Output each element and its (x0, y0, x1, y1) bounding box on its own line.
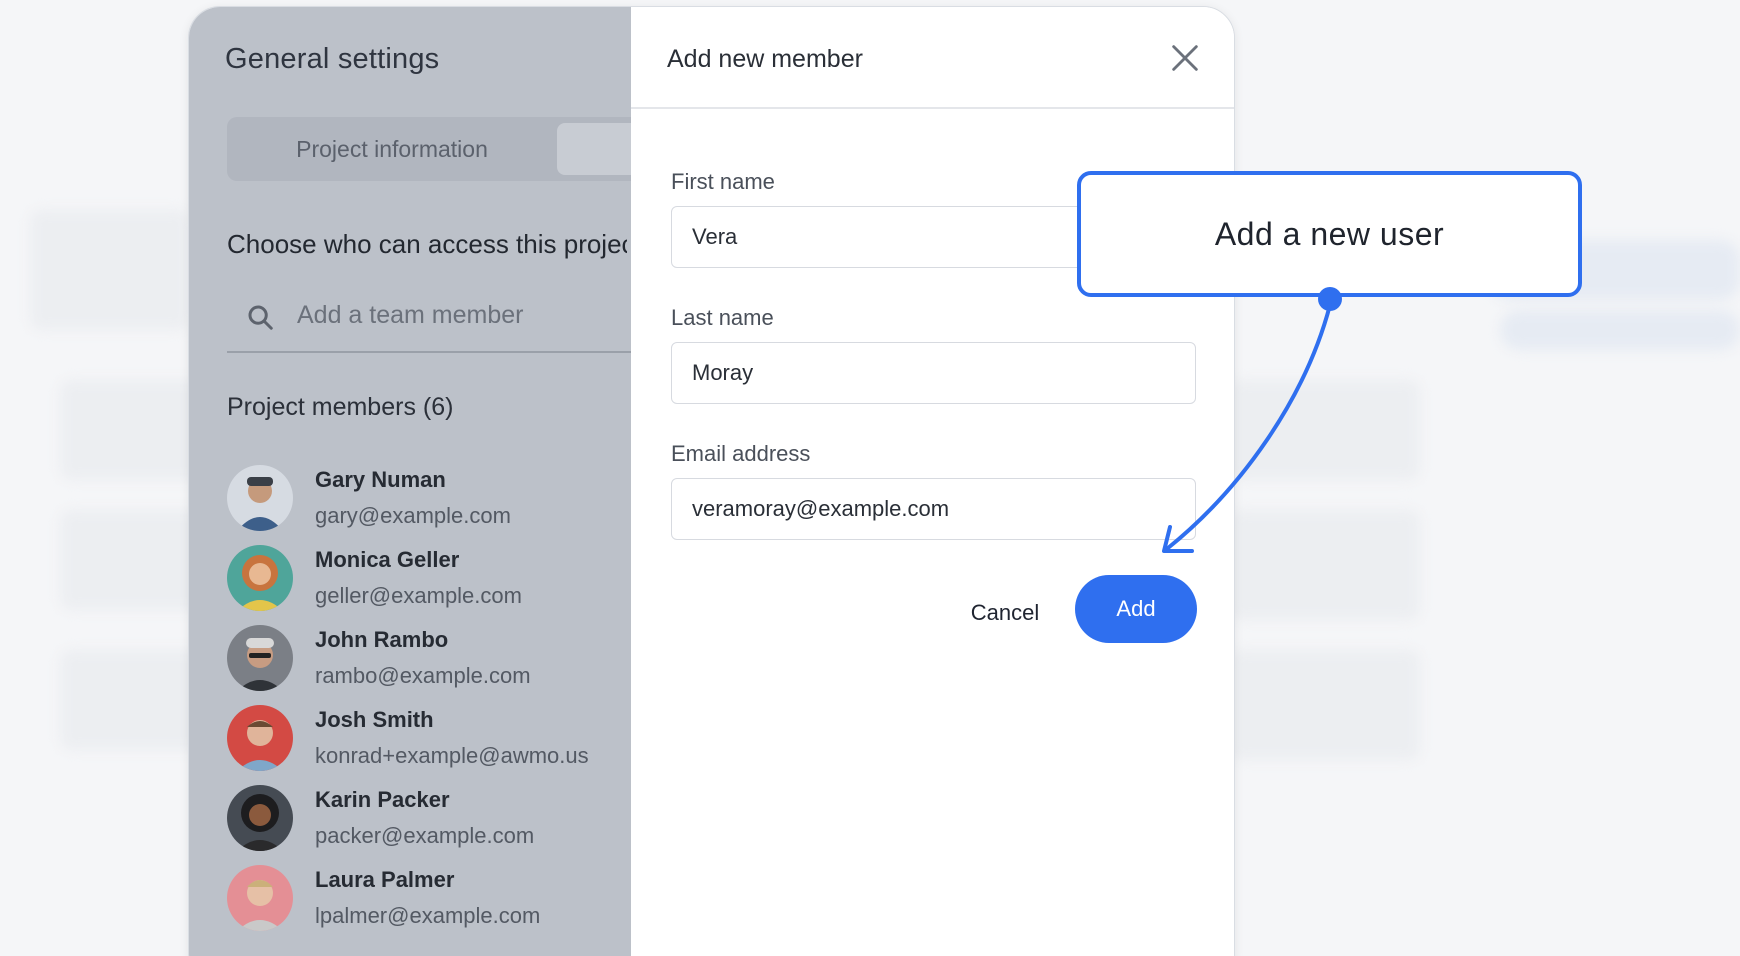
dialog-title: Add new member (667, 45, 863, 73)
member-name: Monica Geller (315, 547, 460, 572)
background-card (1230, 650, 1420, 760)
cancel-button[interactable]: Cancel (945, 583, 1065, 643)
callout-text: Add a new user (1214, 215, 1445, 252)
dialog-header: Add new member (631, 7, 1234, 109)
settings-panel: General settings Project information Cho… (188, 6, 1235, 956)
settings-sidebar: General settings Project information Cho… (189, 7, 677, 956)
email-field[interactable] (671, 478, 1196, 540)
list-item[interactable]: Laura Palmer lpalmer@example.com (227, 865, 627, 945)
member-email: packer@example.com (315, 823, 535, 848)
member-email: rambo@example.com (315, 663, 531, 688)
members-heading: Project members (6) (227, 393, 454, 421)
background-card (1230, 380, 1420, 480)
add-button[interactable]: Add (1075, 575, 1197, 643)
settings-title: General settings (225, 43, 440, 75)
background-card (1230, 510, 1420, 620)
last-name-label: Last name (671, 305, 774, 330)
add-member-dialog: Add new member First name Last name Emai… (631, 7, 1234, 956)
member-name: Laura Palmer (315, 867, 455, 892)
member-email: geller@example.com (315, 583, 522, 608)
member-email: konrad+example@awmo.us (315, 743, 589, 768)
last-name-field[interactable] (671, 342, 1196, 404)
avatar (227, 625, 293, 691)
list-item[interactable]: Gary Numan gary@example.com (227, 465, 627, 545)
member-name: Josh Smith (315, 707, 434, 732)
list-item[interactable]: Josh Smith konrad+example@awmo.us (227, 705, 627, 785)
search-input[interactable]: Add a team member (297, 301, 524, 330)
search-icon (248, 305, 273, 330)
access-heading: Choose who can access this project (227, 229, 627, 259)
avatar (227, 865, 293, 931)
email-label: Email address (671, 441, 811, 466)
avatar (227, 465, 293, 531)
settings-tabs: Project information (227, 117, 677, 181)
member-name: Karin Packer (315, 787, 450, 812)
list-item[interactable]: Karin Packer packer@example.com (227, 785, 627, 865)
callout-box: Add a new user (1077, 171, 1582, 297)
member-name: John Rambo (315, 627, 449, 652)
list-item[interactable]: Monica Geller geller@example.com (227, 545, 627, 625)
list-item[interactable]: John Rambo rambo@example.com (227, 625, 627, 705)
avatar (227, 705, 293, 771)
avatar (227, 545, 293, 611)
member-email: lpalmer@example.com (315, 903, 541, 928)
background-card (30, 210, 190, 330)
first-name-label: First name (671, 169, 775, 194)
close-icon[interactable] (1168, 41, 1202, 75)
background-bar (1500, 310, 1740, 350)
team-member-search[interactable]: Add a team member (227, 291, 637, 353)
avatar (227, 785, 293, 851)
member-name: Gary Numan (315, 467, 446, 492)
tab-project-information[interactable]: Project information (227, 117, 557, 181)
member-email: gary@example.com (315, 503, 511, 528)
